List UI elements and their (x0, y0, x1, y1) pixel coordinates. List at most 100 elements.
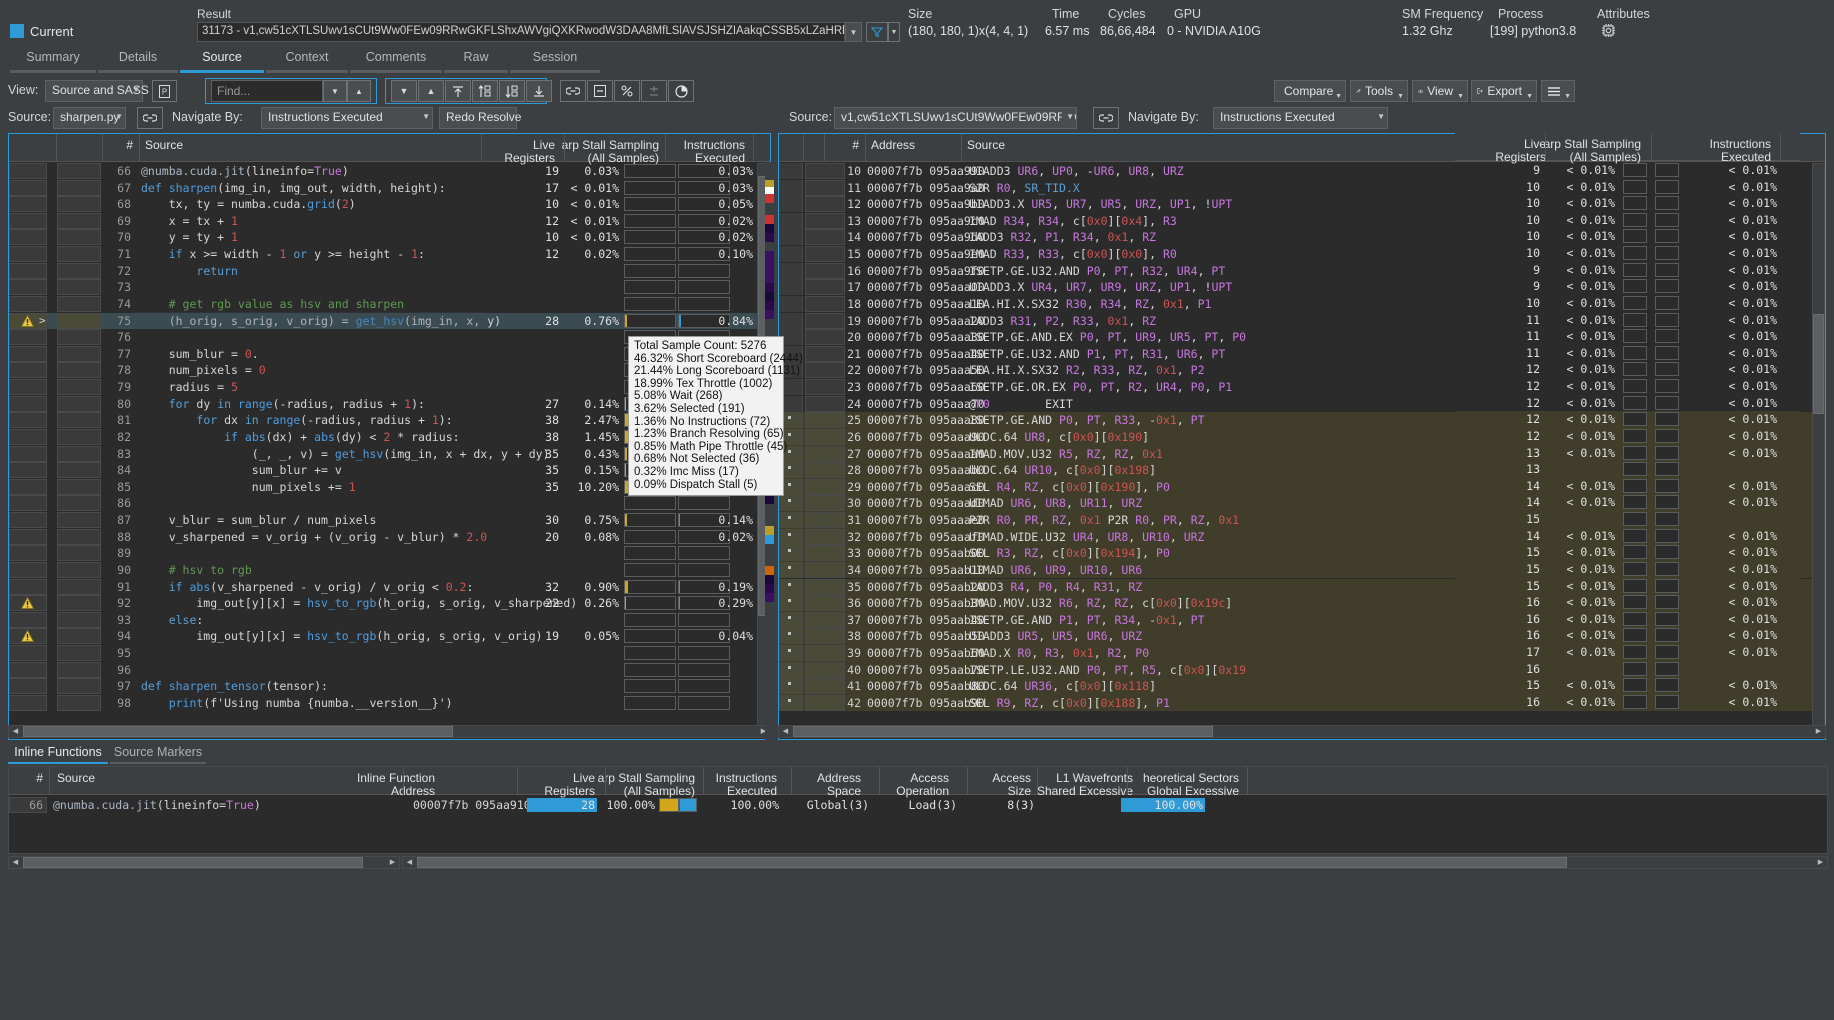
nav-prev-button[interactable]: ▲ (418, 80, 444, 102)
export-button[interactable]: Export ▼ (1471, 80, 1537, 102)
left-col-source[interactable]: Source (141, 136, 341, 154)
table-row[interactable]: 19 00007f7b 095aaa20 IADD3 R31, P2, R33, 0… (779, 312, 1825, 330)
table-row[interactable]: 36 00007f7b 095aab30 IMAD.MOV.U32 R6, RZ, … (779, 595, 1825, 612)
table-row[interactable]: 91 if abs(v_sharpened - v_orig) / v_orig… (9, 578, 770, 596)
table-row[interactable]: 67 def sharpen(img_in, img_out, width, he… (9, 179, 770, 197)
tab-comments[interactable]: Comments (350, 47, 442, 73)
table-row[interactable]: 18 00007f7b 095aaa10 LEA.HI.X.SX32 R30, R3… (779, 295, 1825, 313)
result-combo-value[interactable]: 31173 - v1,cw51cXTLSUwv1sCUt9Ww0FEw09RRw… (197, 22, 845, 42)
tab-summary[interactable]: Summary (10, 47, 96, 73)
nav-sort-desc-button[interactable] (499, 80, 525, 102)
search-input[interactable]: Find... (211, 80, 323, 102)
table-row[interactable]: 71 if x >= width - 1 or y >= height - 1:… (9, 246, 770, 263)
table-row[interactable]: 28 00007f7b 095aaab0 ULDC.64 UR10, c[0x0][… (779, 462, 1825, 479)
bottom-left-hscrollbar[interactable]: ◀ ▶ (8, 856, 400, 869)
left-col-num[interactable]: # (103, 136, 137, 154)
table-row[interactable]: 13 00007f7b 095aa9c0 IMAD R34, R34, c[0x0]… (779, 212, 1825, 230)
left-scroll-right-icon[interactable]: ▶ (758, 727, 769, 737)
tab-source-markers[interactable]: Source Markers (110, 742, 206, 764)
table-row[interactable]: 40 00007f7b 095aab70 ISETP.LE.U32.AND P0, … (779, 661, 1825, 679)
right-link-button[interactable] (1093, 107, 1119, 129)
bottom-right-scroll-right-icon[interactable]: ▶ (1815, 858, 1826, 868)
table-row[interactable]: 23 00007f7b 095aaa60 ISETP.GE.OR.EX P0, PT… (779, 379, 1825, 396)
pie-chart-button[interactable] (668, 80, 694, 102)
inline-functions-rows[interactable]: 66 @numba.cuda.jit(lineinfo=True) 00007f7b… (9, 797, 1827, 853)
bottom-right-hscrollbar[interactable]: ◀ ▶ (402, 856, 1828, 869)
table-row[interactable]: 88 v_sharpened = v_orig + (v_orig - v_bl… (9, 528, 770, 546)
nav-jump-top-button[interactable] (445, 80, 471, 102)
percent-button[interactable] (614, 80, 640, 102)
warning-icon[interactable] (21, 630, 34, 643)
table-row[interactable]: 39 00007f7b 095aab60 IMAD.X R0, R3, 0x1, R… (779, 644, 1825, 662)
table-row[interactable]: 70 y = ty + 1 10 < 0.01% 0.02% (9, 229, 770, 246)
table-row[interactable]: 95 (9, 644, 770, 662)
table-row[interactable]: 20 00007f7b 095aaa30 ISETP.GE.AND.EX P0, P… (779, 329, 1825, 346)
table-row[interactable]: 25 00007f7b 095aaa80 ISETP.GE.AND P0, PT, … (779, 412, 1825, 429)
table-row[interactable]: 12 00007f7b 095aa9b0 UIADD3.X UR5, UR7, UR… (779, 196, 1825, 213)
link-columns-button[interactable] (560, 80, 586, 102)
chip-gear-icon[interactable] (1600, 22, 1617, 42)
left-navigate-combo[interactable]: Instructions Executed ▼ (261, 107, 433, 129)
filter-funnel-button[interactable] (866, 22, 888, 42)
table-row[interactable]: 93 else: (9, 611, 770, 629)
menu-button[interactable]: ▼ (1541, 80, 1575, 102)
table-row[interactable]: 32 00007f7b 095aaaf0 UIMAD.WIDE.U32 UR4, U… (779, 528, 1825, 546)
sass-code-rows[interactable]: 10 00007f7b 095aa990 UIADD3 UR6, UP0, -UR6… (779, 163, 1825, 728)
table-row[interactable]: 41 00007f7b 095aab80 ULDC.64 UR36, c[0x0][… (779, 678, 1825, 695)
find-up-button[interactable]: ▲ (347, 80, 371, 102)
table-row[interactable]: 34 00007f7b 095aab10 UIMAD UR6, UR9, UR10,… (779, 561, 1825, 579)
table-row[interactable]: 24 00007f7b 095aaa70 @P0 EXIT (779, 395, 1825, 413)
table-row[interactable]: 96 (9, 661, 770, 679)
nav-sort-asc-button[interactable] (472, 80, 498, 102)
plus-minus-button[interactable] (641, 80, 667, 102)
table-row[interactable]: 14 00007f7b 095aa9d0 IADD3 R32, P1, R34, 0… (779, 229, 1825, 246)
filter-dropdown-arrow[interactable]: ▼ (888, 22, 900, 42)
table-row[interactable]: 11 00007f7b 095aa9a0 S2R R0, SR_TID.X (779, 179, 1825, 197)
table-row[interactable]: 27 00007f7b 095aaaa0 IMAD.MOV.U32 R5, RZ, … (779, 445, 1825, 463)
table-row[interactable]: 10 00007f7b 095aa990 UIADD3 UR6, UP0, -UR6… (779, 163, 1825, 180)
page-source-button[interactable]: P (152, 80, 177, 102)
left-link-button[interactable] (137, 107, 163, 129)
tab-inline-functions[interactable]: Inline Functions (8, 742, 108, 764)
collapse-button[interactable] (587, 80, 613, 102)
redo-resolve-button[interactable]: Redo Resolve (439, 107, 521, 129)
table-row[interactable]: 38 00007f7b 095aab50 UIADD3 UR5, UR5, UR6,… (779, 628, 1825, 645)
tab-context[interactable]: Context (266, 47, 348, 73)
table-row[interactable]: 92 img_out[y][x] = hsv_to_rgb(h_orig, s_… (9, 595, 770, 612)
table-row[interactable]: 30 00007f7b 095aaad0 UIMAD UR6, UR8, UR11,… (779, 495, 1825, 512)
nav-jump-bottom-button[interactable] (526, 80, 552, 102)
table-row[interactable]: 73 (9, 279, 770, 296)
table-row[interactable]: 26 00007f7b 095aaa90 ULDC.64 UR8, c[0x0][0… (779, 428, 1825, 446)
table-row[interactable]: 74 # get rgb value as hsv and sharpen (9, 295, 770, 313)
table-row[interactable]: 16 00007f7b 095aa9f0 ISETP.GE.U32.AND P0, … (779, 262, 1825, 280)
table-row[interactable]: 37 00007f7b 095aab40 ISETP.GE.AND P1, PT, … (779, 611, 1825, 629)
table-row[interactable]: 15 00007f7b 095aa9e0 IMAD R33, R33, c[0x0]… (779, 246, 1825, 263)
right-scroll-right-icon[interactable]: ▶ (1813, 727, 1824, 737)
table-row[interactable]: 90 # hsv to rgb (9, 561, 770, 579)
right-navigate-combo[interactable]: Instructions Executed ▼ (1213, 107, 1388, 129)
left-scroll-left-icon[interactable]: ◀ (10, 727, 21, 737)
table-row[interactable]: 35 00007f7b 095aab20 IADD3 R4, P0, R4, R31… (779, 578, 1825, 596)
table-row[interactable]: 66 @numba.cuda.jit(lineinfo=True) 00007f7b… (9, 797, 1827, 814)
tab-source[interactable]: Source (180, 47, 264, 73)
tab-details[interactable]: Details (98, 47, 178, 73)
tools-button[interactable]: Tools ▼ (1350, 80, 1408, 102)
right-hscroll-thumb[interactable] (793, 726, 1213, 737)
right-vscroll-thumb[interactable] (1813, 314, 1824, 414)
table-row[interactable]: 72 return (9, 262, 770, 280)
find-history-button[interactable]: ▼ (323, 80, 347, 102)
left-hscroll-thumb[interactable] (23, 726, 453, 737)
bottom-col-num[interactable]: # (13, 769, 47, 787)
warning-icon[interactable] (21, 597, 34, 610)
bottom-right-hscroll-thumb[interactable] (417, 857, 1567, 868)
table-row[interactable]: 87 v_blur = sum_blur / num_pixels 30 0.75%… (9, 512, 770, 529)
table-row[interactable]: 98 print(f'Using numba {numba.__version_… (9, 694, 770, 712)
right-col-num[interactable]: # (825, 136, 863, 154)
bottom-left-scroll-right-icon[interactable]: ▶ (387, 858, 398, 868)
table-row[interactable]: 17 00007f7b 095aaa00 UIADD3.X UR4, UR7, UR… (779, 279, 1825, 296)
left-hscrollbar[interactable]: ◀ ▶ (8, 725, 771, 738)
table-row[interactable]: >75 (h_orig, s_orig, v_orig) = get_hsv(i… (9, 311, 770, 330)
table-row[interactable]: 68 tx, ty = numba.cuda.grid(2) 10 < 0.01% 0… (9, 196, 770, 213)
bottom-left-hscroll-thumb[interactable] (23, 857, 363, 868)
nav-next-button[interactable]: ▼ (391, 80, 417, 102)
